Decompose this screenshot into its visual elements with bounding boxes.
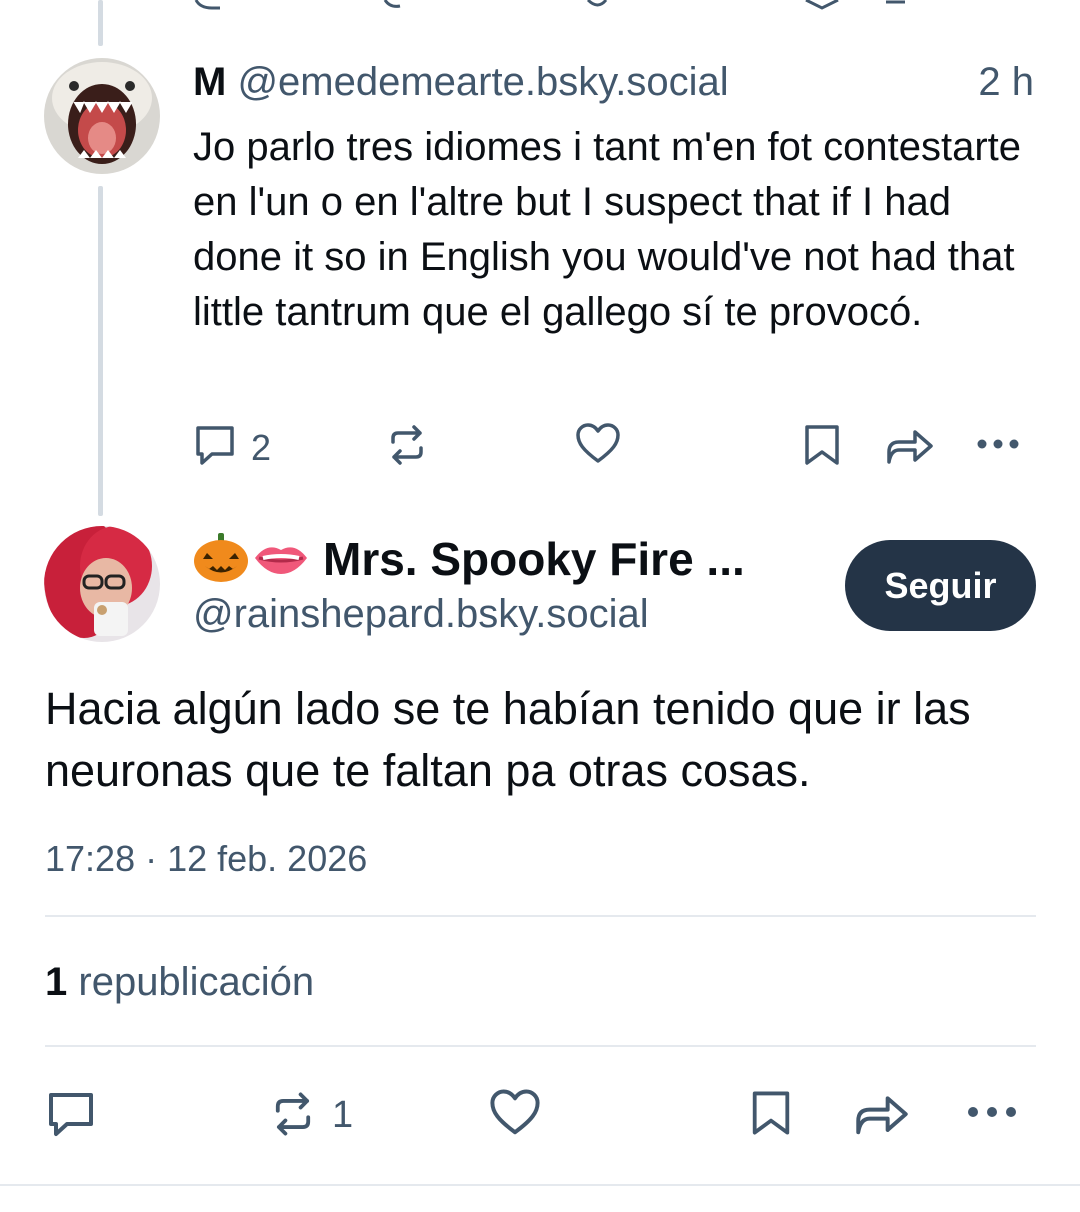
avatar[interactable] (44, 58, 160, 174)
follow-button[interactable]: Seguir (845, 540, 1036, 631)
bookmark-icon[interactable] (799, 422, 845, 468)
like-icon[interactable] (488, 1087, 542, 1139)
author-display-name[interactable]: M (193, 60, 226, 104)
author-handle[interactable]: @rainshepard.bsky.social (193, 592, 649, 637)
author-display-name[interactable]: Mrs. Spooky Fire ... (323, 532, 745, 586)
reply-count: 2 (251, 427, 272, 468)
partial-actions-row (194, 0, 905, 10)
comment-icon[interactable] (192, 422, 238, 468)
divider (0, 1184, 1080, 1186)
repost-icon[interactable] (384, 422, 430, 468)
author-handle[interactable]: @emedemearte.bsky.social (237, 60, 728, 104)
repost-count: 1 (332, 1094, 354, 1136)
more-options-icon[interactable] (965, 1101, 1019, 1123)
comment-icon[interactable] (44, 1088, 98, 1140)
post-timestamp: 17:28 · 12 feb. 2026 (45, 838, 368, 879)
reply-text: Jo parlo tres idiomes i tant m'en fot co… (193, 125, 1022, 334)
share-icon[interactable] (853, 1087, 911, 1139)
repost-icon[interactable] (268, 1089, 318, 1139)
repost-count-value: 1 (45, 960, 68, 1004)
repost-count-link[interactable]: 1 republicación (45, 960, 314, 1005)
share-icon[interactable] (885, 422, 935, 468)
reply-author[interactable]: M @emedemearte.bsky.social (193, 60, 729, 105)
more-options-icon[interactable] (975, 434, 1021, 454)
lips-icon (255, 547, 307, 574)
jack-o-lantern-icon (194, 533, 248, 582)
like-icon[interactable] (575, 421, 621, 467)
thread-line-middle (98, 186, 103, 516)
divider (45, 915, 1036, 917)
post-text: Hacia algún lado se te habían tenido que… (45, 683, 971, 796)
divider (45, 1045, 1036, 1047)
post-time[interactable]: 2 h (978, 60, 1034, 105)
repost-count-label: republicación (78, 960, 315, 1004)
bookmark-icon[interactable] (746, 1087, 796, 1139)
avatar[interactable] (44, 526, 160, 642)
